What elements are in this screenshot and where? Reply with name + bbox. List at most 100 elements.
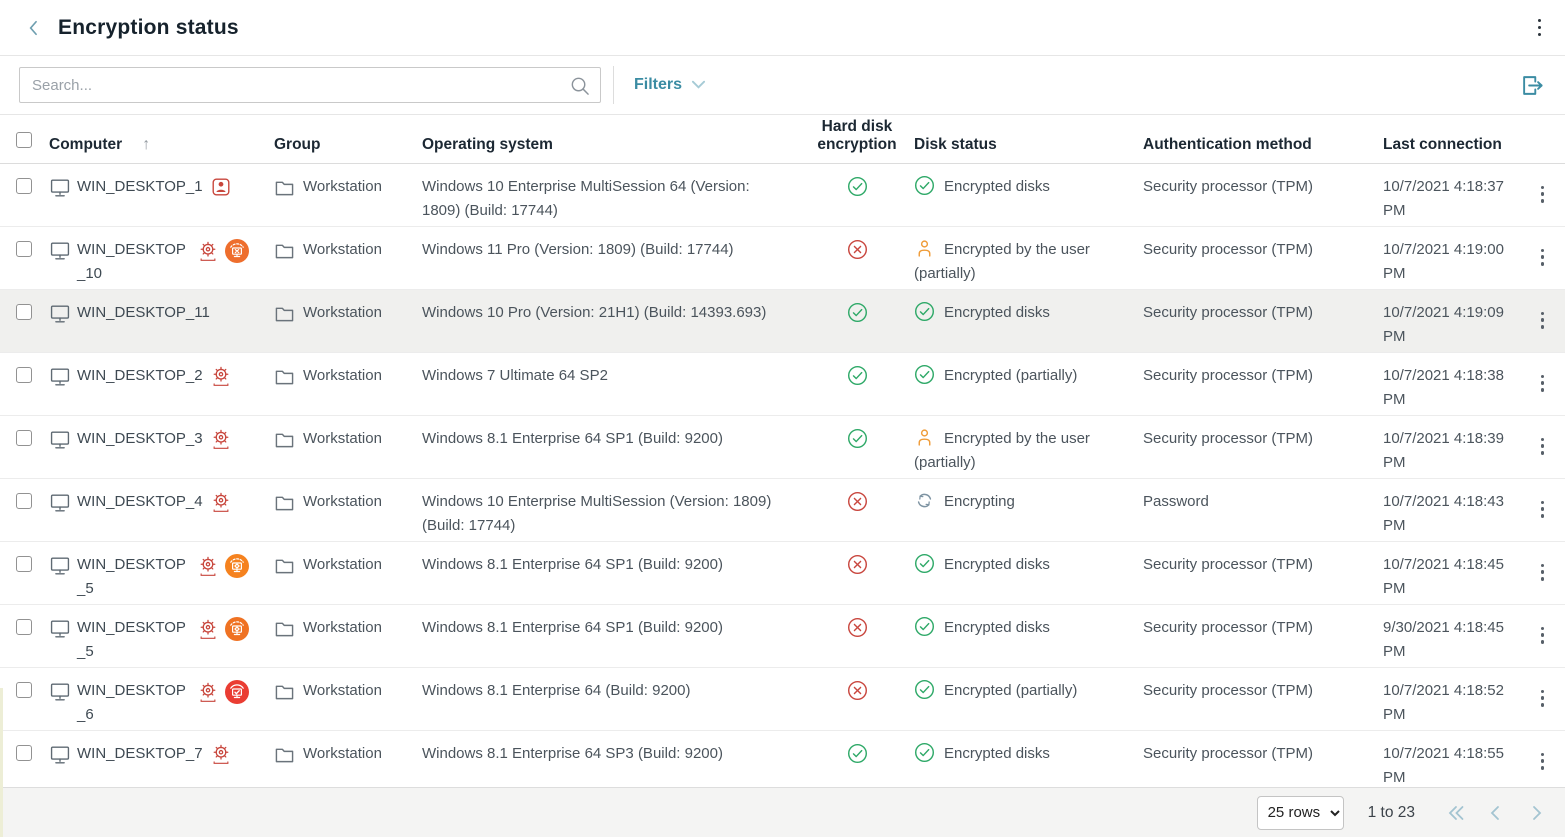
hard-disk-encryption-status [814,490,900,520]
operating-system: Windows 10 Enterprise MultiSession 64 (V… [422,175,814,223]
check-circle-icon [914,616,935,637]
row-menu-icon[interactable] [1535,684,1550,712]
computer-badges [210,365,232,388]
group-name: Workstation [303,301,382,325]
hard-disk-encryption-status [814,553,900,583]
disk-status: Encrypted disks [900,616,1138,640]
row-checkbox[interactable] [16,493,32,509]
row-menu-icon[interactable] [1535,180,1550,208]
row-checkbox[interactable] [16,619,32,635]
hard-disk-encryption-status [814,238,900,268]
sort-asc-icon[interactable]: ↑ [142,136,150,154]
check-circle-icon [847,302,868,323]
check-circle-icon [914,742,935,763]
table-row[interactable]: WIN_DESKTOP_4 Workstation Windows 10 Ent… [0,479,1565,542]
authentication-method: Security processor (TPM) [1138,238,1378,262]
row-checkbox[interactable] [16,367,32,383]
computer-icon [49,366,71,387]
hard-disk-encryption-status [814,301,900,331]
row-checkbox[interactable] [16,430,32,446]
disk-status-label: Encrypted by the user (partially) [914,241,1090,282]
page-title: Encryption status [58,16,239,40]
table-row[interactable]: WIN_DESKTOP_3 Workstation Windows 8.1 En… [0,416,1565,479]
column-header-operating-system[interactable]: Operating system [422,136,814,154]
filters-label: Filters [634,76,682,94]
row-menu-icon[interactable] [1535,369,1550,397]
table-row[interactable]: WIN_DESKTOP_7 Workstation Windows 8.1 En… [0,731,1565,787]
row-menu-icon[interactable] [1535,558,1550,586]
table-row[interactable]: WIN_DESKTOP_11 Workstation Windows 10 Pr… [0,290,1565,353]
row-menu-icon[interactable] [1535,306,1550,334]
check-circle-icon [914,553,935,574]
authentication-method: Password [1138,490,1378,514]
group-name: Workstation [303,364,382,388]
previous-page-icon[interactable] [1483,800,1509,826]
row-checkbox[interactable] [16,241,32,257]
search-input[interactable] [32,77,569,94]
table-row[interactable]: WIN_DESKTOP_1 Workstation Windows 10 Ent… [0,164,1565,227]
computer-name: WIN_DESKTOP_10 [77,238,190,286]
toolbar-divider [613,66,614,104]
row-checkbox[interactable] [16,745,32,761]
select-all-checkbox[interactable] [16,132,32,148]
group-name: Workstation [303,490,382,514]
disk-status-label: Encrypted (partially) [944,367,1077,384]
row-checkbox[interactable] [16,556,32,572]
computer-icon [49,744,71,765]
last-connection: 9/30/2021 4:18:45 PM [1378,616,1520,664]
chevron-down-icon [691,80,706,90]
chevron-left-icon [24,17,44,39]
check-circle-icon [847,743,868,764]
operating-system: Windows 8.1 Enterprise 64 SP1 (Build: 92… [422,616,814,640]
row-menu-icon[interactable] [1535,432,1550,460]
first-page-icon[interactable] [1443,800,1469,826]
row-checkbox[interactable] [16,178,32,194]
column-header-authentication-method[interactable]: Authentication method [1138,136,1378,154]
last-connection: 10/7/2021 4:19:00 PM [1378,238,1520,286]
disk-status-label: Encrypted disks [944,178,1050,195]
table-row[interactable]: WIN_DESKTOP_5 Workstation Windows 8.1 En… [0,542,1565,605]
user-card-badge-icon [210,176,232,198]
next-page-icon[interactable] [1523,800,1549,826]
computer-name: WIN_DESKTOP_6 [77,679,190,727]
table-row[interactable]: WIN_DESKTOP_10 Workstation Windows 11 Pr… [0,227,1565,290]
row-checkbox[interactable] [16,304,32,320]
row-menu-icon[interactable] [1535,621,1550,649]
column-header-hard-disk-encryption[interactable]: Hard disk encryption [814,118,900,154]
computer-name: WIN_DESKTOP_5 [77,616,190,664]
authentication-method: Security processor (TPM) [1138,553,1378,577]
table-row[interactable]: WIN_DESKTOP_5 Workstation Windows 8.1 En… [0,605,1565,668]
check-circle-icon [914,175,935,196]
computer-badges [210,428,232,451]
computer-badges [210,743,232,766]
computer-icon [49,555,71,576]
computer-badges [197,239,249,263]
row-menu-icon[interactable] [1535,495,1550,523]
authentication-method: Security processor (TPM) [1138,427,1378,451]
column-label-computer: Computer [49,136,122,154]
column-header-disk-status[interactable]: Disk status [900,136,1138,154]
export-icon[interactable] [1518,71,1547,100]
computer-name: WIN_DESKTOP_2 [77,364,203,388]
column-header-group[interactable]: Group [274,136,422,154]
last-connection: 10/7/2021 4:18:37 PM [1378,175,1520,223]
table-row[interactable]: WIN_DESKTOP_2 Workstation Windows 7 Ulti… [0,353,1565,416]
column-header-computer[interactable]: Computer ↑ [49,136,274,154]
filters-button[interactable]: Filters [634,76,706,94]
monitor-x-badge-icon [225,239,249,263]
rows-per-page-select[interactable]: 25 rows [1257,796,1344,830]
search-icon[interactable] [569,75,590,96]
table-row[interactable]: WIN_DESKTOP_6 Workstation Windows 8.1 En… [0,668,1565,731]
row-menu-icon[interactable] [1535,243,1550,271]
pagination-footer: 25 rows 1 to 23 [0,787,1565,837]
table-body: WIN_DESKTOP_1 Workstation Windows 10 Ent… [0,164,1565,787]
computer-icon [49,177,71,198]
page-menu-icon[interactable] [1532,13,1547,41]
gear-underline-icon [197,681,219,704]
row-menu-icon[interactable] [1535,747,1550,775]
computer-icon [49,240,71,261]
back-button[interactable] [22,16,46,40]
column-header-last-connection[interactable]: Last connection [1378,136,1520,154]
row-checkbox[interactable] [16,682,32,698]
x-circle-icon [847,554,868,575]
